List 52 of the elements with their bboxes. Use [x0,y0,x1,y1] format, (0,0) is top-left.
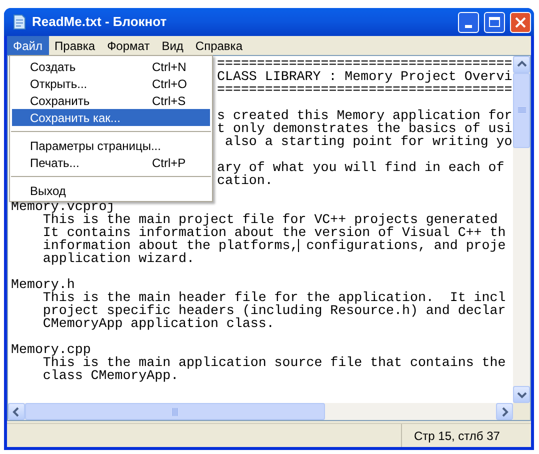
menu-entry[interactable]: Выход [12,182,210,199]
text-line: s created this Memory application for [217,109,512,122]
close-icon [515,16,526,28]
text-line: ===================================== [217,57,512,70]
grip-icon [518,107,526,114]
text-line: also a starting point for writing yo [224,135,512,148]
scroll-thumb[interactable] [25,403,325,420]
shortcut-label: Ctrl+P [152,154,187,172]
text-line: It contains information about the version of Visual C++ th [42,226,506,239]
text-line: application wizard. [42,252,195,265]
text-line: Memory.h [11,278,75,291]
text-line: t only demonstrates the basics of usi [217,122,512,135]
menu-entry[interactable]: Сохранить Ctrl+S [12,92,210,109]
menu-entry[interactable]: Открыть... Ctrl+O [12,75,210,92]
menu-entry[interactable]: Сохранить как... [12,109,210,126]
menu-item[interactable]: Файл [7,36,49,55]
vertical-scrollbar[interactable] [513,56,530,403]
text-line: ary of what you will find in each of [217,161,504,174]
window-title: ReadMe.txt - Блокнот [32,13,168,32]
menu-item[interactable]: Справка [189,36,248,55]
scroll-left-button[interactable] [8,403,25,420]
maximize-button[interactable] [484,12,505,32]
scroll-down-button[interactable] [513,386,530,403]
minimize-button[interactable] [458,12,479,32]
text-line: CMemoryApp application class. [42,317,274,330]
notepad-icon [11,14,27,30]
menu-entry[interactable]: Печать... Ctrl+P [12,154,210,171]
scroll-right-button[interactable] [496,403,513,420]
horizontal-scrollbar[interactable] [8,403,513,420]
text-line: cation. [217,174,273,187]
text-line: ===================================== [217,83,512,96]
shortcut-label: Ctrl+S [152,92,187,110]
menu-item[interactable]: Правка [48,36,102,55]
scroll-thumb[interactable] [513,73,530,148]
menu-entry[interactable]: Создать Ctrl+N [12,58,210,75]
menu-item[interactable]: Вид [156,36,190,55]
text-line: Memory.cpp [11,343,91,356]
text-line: CLASS LIBRARY : Memory Project Overvi [217,70,512,83]
text-line: Memory.vcproj [11,200,115,213]
text-line: This is the main project file for VC++ projects generated [42,213,498,226]
menu-item[interactable]: Формат [101,36,156,55]
text-line: This is the main header file for the application. It incl [42,291,506,304]
shortcut-label: Ctrl+O [152,76,188,92]
scroll-up-button[interactable] [513,56,530,73]
text-line: This is the main application source file that contains the [42,356,506,369]
cursor-position: Стр 15, стлб 37 [414,428,500,444]
text-line: class CMemoryApp. [42,369,179,382]
close-button[interactable] [510,12,531,32]
shortcut-label: Ctrl+N [152,58,188,76]
menu-entry[interactable]: Параметры страницы... [12,137,210,154]
text-line: project specific headers (including Resource.h) and declar [42,304,506,317]
grip-icon [172,408,178,416]
